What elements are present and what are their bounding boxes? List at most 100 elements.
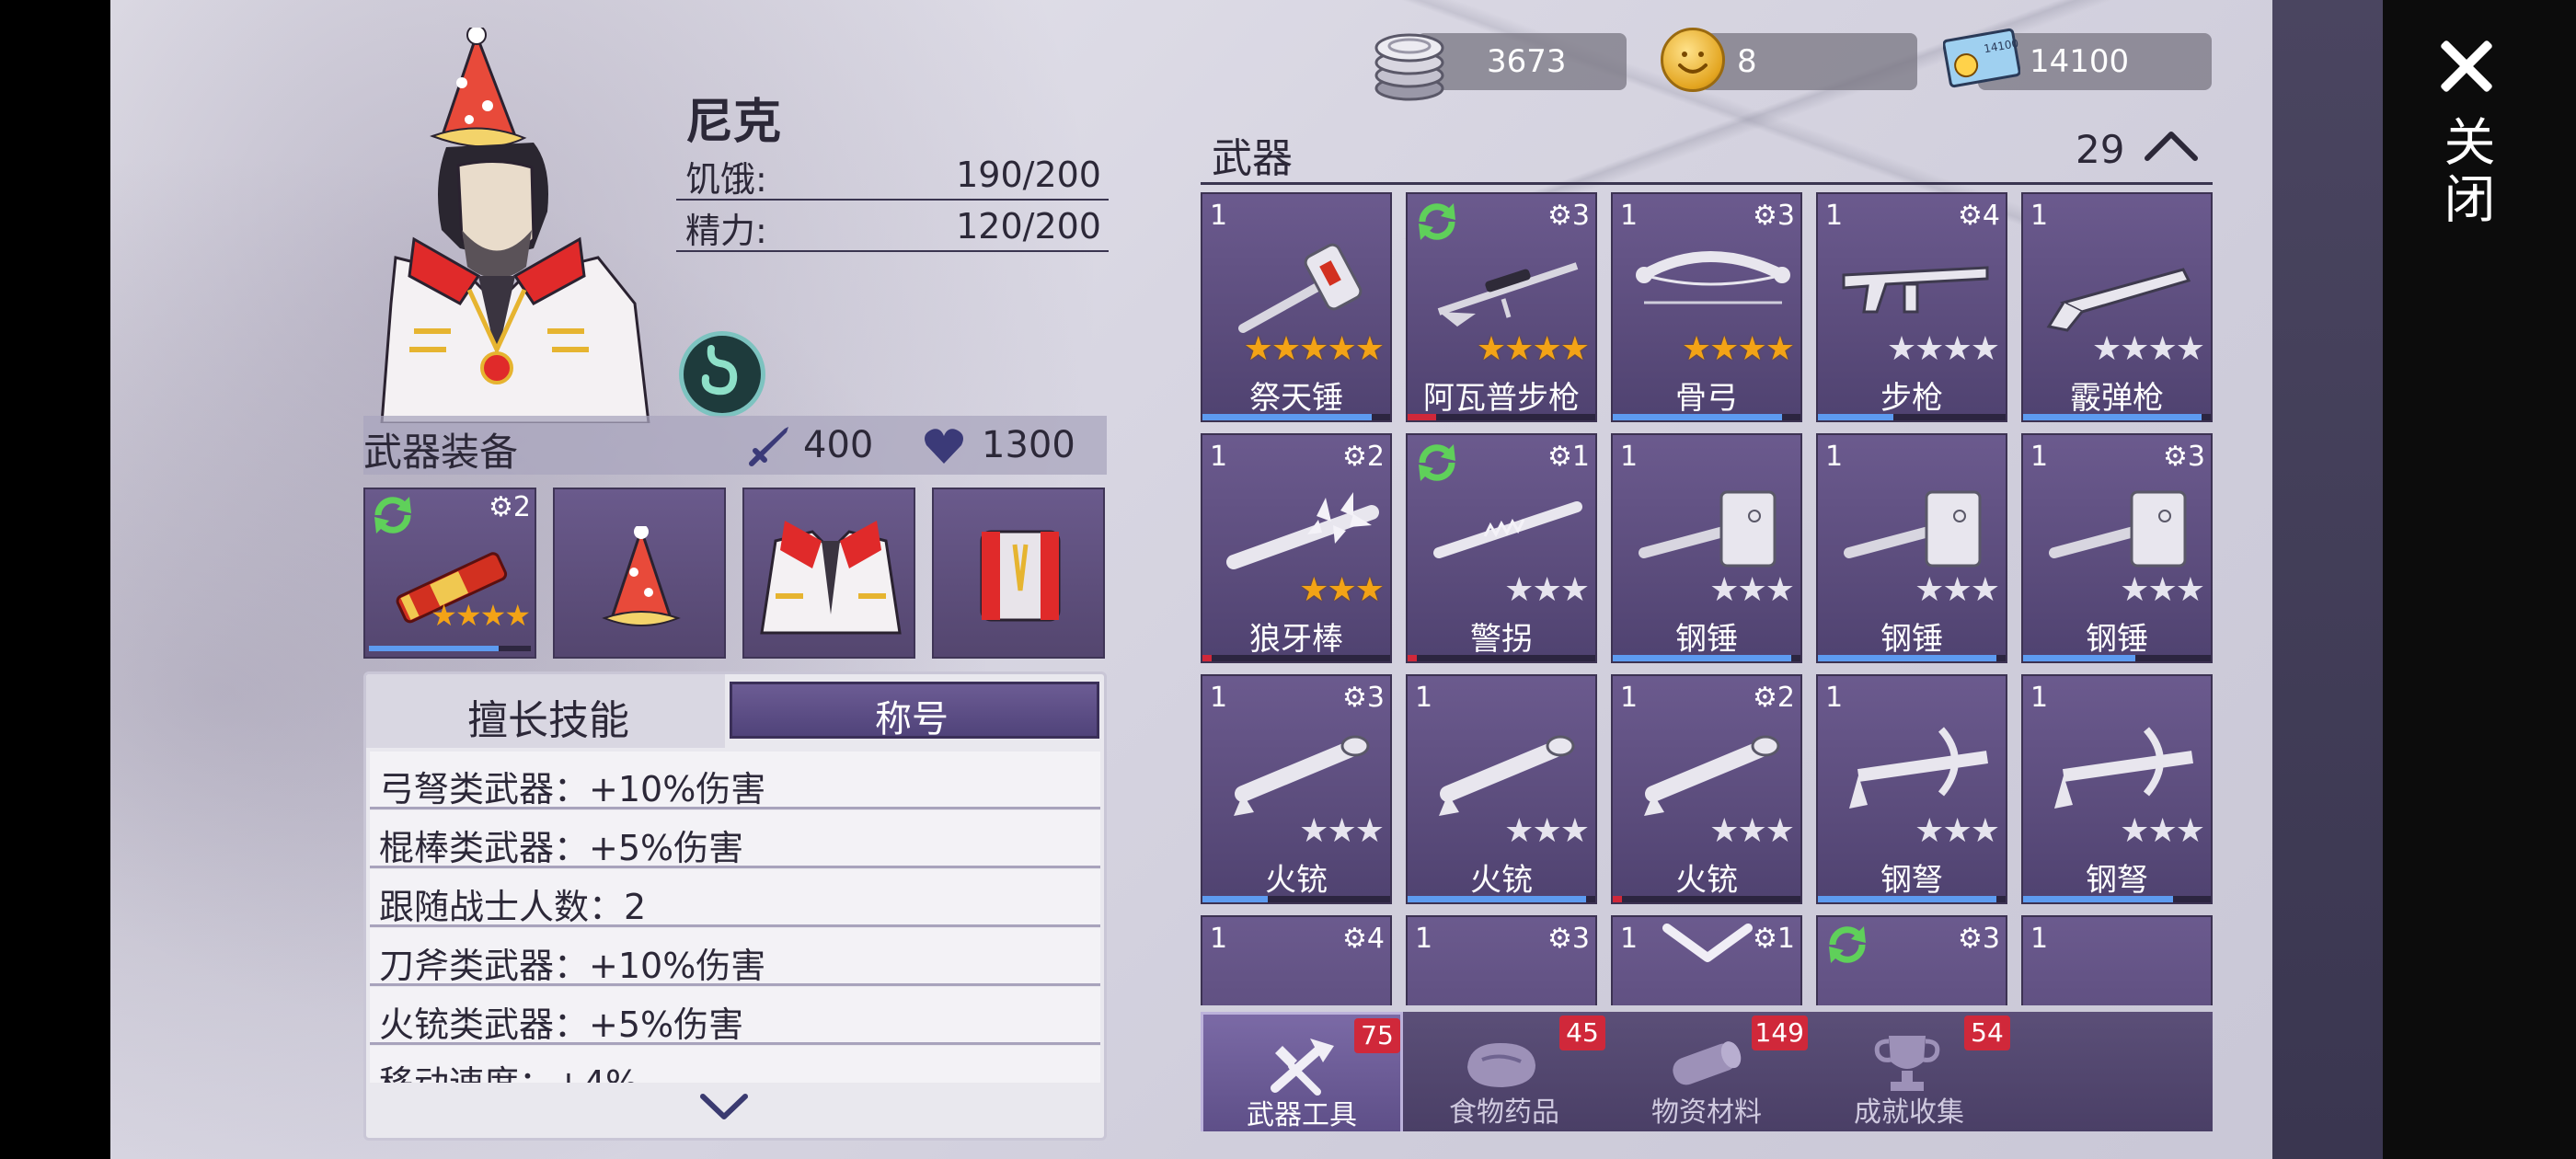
weapon-level: 1 bbox=[1825, 441, 1844, 473]
weapons-grid: 1 ★★★★★ 祭天锤 ⚙3 ★★★★ 阿瓦普步枪 1 ⚙3 ★★★★ 骨弓 1 ⚙4 ★★★★ 步枪 1 ★… bbox=[1196, 189, 2217, 1005]
weapon-card[interactable]: 1 ★★★ 钢弩 bbox=[1816, 674, 2007, 904]
trophy-icon bbox=[1874, 1036, 1940, 1091]
weapon-stars: ★★★★ bbox=[2091, 330, 2205, 368]
weapon-stars: ★★★★★ bbox=[1243, 330, 1385, 368]
equip-slot-pants[interactable] bbox=[932, 488, 1105, 659]
ticket-icon: 14100 bbox=[1943, 28, 2020, 88]
weapon-level: 1 bbox=[1210, 441, 1228, 473]
silver-value: 3673 bbox=[1487, 43, 1567, 80]
durability-bar bbox=[2023, 655, 2211, 661]
upgrade-indicator: ⚙2 bbox=[489, 491, 531, 523]
durability-bar bbox=[1818, 414, 2006, 420]
close-icon[interactable] bbox=[2436, 37, 2495, 96]
upgrade-indicator: ⚙3 bbox=[1753, 200, 1795, 232]
weapon-card[interactable]: 1 ★★★ 钢弩 bbox=[2021, 674, 2213, 904]
weapon-card[interactable]: 1 ⚙3 ★★★★ 骨弓 bbox=[1611, 192, 1802, 422]
weapon-card[interactable]: 1 ★★★ 火铳 bbox=[1406, 674, 1597, 904]
category-achievements[interactable]: 成就收集 54 bbox=[1808, 1012, 2010, 1131]
energy-value: 120/200 bbox=[956, 206, 1101, 247]
wood-log-icon bbox=[1673, 1041, 1742, 1085]
weapon-name: 钢锤 bbox=[1880, 621, 1943, 658]
steel-hammer-icon bbox=[1844, 490, 1982, 568]
weapon-card[interactable]: ⚙3 bbox=[1816, 915, 2007, 1005]
durability-bar bbox=[2023, 896, 2211, 902]
hunger-label: 饥饿: bbox=[685, 159, 767, 200]
upgrade-indicator: ⚙3 bbox=[1342, 682, 1385, 714]
category-food-medicine[interactable]: 食物药品 45 bbox=[1403, 1012, 1605, 1131]
weapon-card[interactable]: 1 bbox=[2021, 915, 2213, 1005]
tab-titles[interactable]: 称号 bbox=[730, 682, 1099, 740]
category-count-badge: 75 bbox=[1354, 1018, 1400, 1053]
equip-slot-jacket[interactable] bbox=[742, 488, 915, 659]
weapon-card[interactable]: 1 ⚙4 bbox=[1201, 915, 1392, 1005]
weapon-level: 1 bbox=[1415, 682, 1433, 714]
weapon-stars: ★★★ bbox=[2120, 571, 2205, 609]
weapons-header: 武器 29 bbox=[1201, 127, 2213, 185]
weapon-name: 钢锤 bbox=[2086, 621, 2148, 658]
scroll-down-icon[interactable] bbox=[1662, 923, 1754, 963]
durability-bar bbox=[369, 646, 531, 651]
upgrade-indicator: ⚙4 bbox=[1958, 200, 2000, 232]
weapon-name: 步枪 bbox=[1880, 380, 1943, 417]
gold-currency: 8 bbox=[1700, 33, 1917, 90]
party-hat-icon bbox=[602, 526, 681, 626]
weapon-level: 1 bbox=[2030, 682, 2049, 714]
gold-coin-icon bbox=[1661, 28, 1725, 92]
weapon-level: 1 bbox=[2030, 923, 2049, 955]
durability-bar bbox=[1613, 896, 1800, 902]
stomach-icon[interactable] bbox=[679, 331, 765, 418]
sword-icon bbox=[749, 427, 788, 466]
blunderbuss-icon bbox=[1644, 735, 1780, 816]
weapon-stars: ★★★ bbox=[2120, 812, 2205, 850]
weapon-level: 1 bbox=[1210, 200, 1228, 232]
category-count-badge: 54 bbox=[1964, 1016, 2010, 1050]
weapon-stars: ★★★ bbox=[1709, 812, 1795, 850]
tab-skills[interactable]: 擅长技能 bbox=[366, 674, 725, 748]
weapon-card[interactable]: 1 ⚙3 ★★★ 火铳 bbox=[1201, 674, 1392, 904]
category-materials[interactable]: 物资材料 149 bbox=[1605, 1012, 1808, 1131]
category-weapons-tools[interactable]: 武器工具 75 bbox=[1201, 1012, 1403, 1131]
weapon-stars: ★★★ bbox=[1915, 571, 2000, 609]
weapon-level: 1 bbox=[1825, 200, 1844, 232]
upgrade-indicator: ⚙1 bbox=[1753, 923, 1795, 955]
equip-slot-hat[interactable] bbox=[553, 488, 726, 659]
upgrade-indicator: ⚙2 bbox=[1342, 441, 1385, 473]
weapon-card[interactable]: 1 ⚙3 bbox=[1406, 915, 1597, 1005]
weapon-card[interactable]: 1 ⚙2 ★★★ 火铳 bbox=[1611, 674, 1802, 904]
refresh-icon bbox=[1829, 926, 1866, 963]
weapon-name: 钢弩 bbox=[2086, 862, 2148, 899]
crossbow-icon bbox=[1849, 727, 1988, 809]
weapon-card[interactable]: 1 ★★★★ 霰弹枪 bbox=[2021, 192, 2213, 422]
weapon-stars: ★★★ bbox=[1299, 571, 1385, 609]
weapon-card[interactable]: ⚙1 ★★★ 警拐 bbox=[1406, 433, 1597, 663]
weapons-title: 武器 bbox=[1212, 135, 1293, 182]
durability-bar bbox=[1818, 655, 2006, 661]
chevron-down-icon[interactable] bbox=[699, 1093, 749, 1120]
weapon-level: 1 bbox=[1620, 200, 1639, 232]
durability-bar bbox=[2023, 414, 2211, 420]
durability-bar bbox=[1202, 896, 1390, 902]
weapon-stars: ★★★★ bbox=[1886, 330, 2000, 368]
shotgun-icon bbox=[2046, 268, 2191, 332]
weapon-card[interactable]: 1 ★★★ 钢锤 bbox=[1816, 433, 2007, 663]
weapon-card[interactable]: 1 ★★★★★ 祭天锤 bbox=[1201, 192, 1392, 422]
category-bar: 武器工具 75 食物药品 45 物资材料 149 成就收集 54 bbox=[1201, 1012, 2213, 1131]
durability-bar bbox=[1818, 896, 2006, 902]
rifle-icon bbox=[1842, 266, 1989, 314]
skill-row: 跟随战士人数：2 bbox=[370, 869, 1100, 927]
tab-skills-label: 擅长技能 bbox=[467, 697, 629, 744]
weapon-card[interactable]: 1 ⚙4 ★★★★ 步枪 bbox=[1816, 192, 2007, 422]
close-panel[interactable] bbox=[2272, 0, 2383, 1159]
weapon-card[interactable]: 1 ⚙3 ★★★ 钢锤 bbox=[2021, 433, 2213, 663]
weapon-card[interactable]: 1 ★★★ 钢锤 bbox=[1611, 433, 1802, 663]
weapon-card[interactable]: ⚙3 ★★★★ 阿瓦普步枪 bbox=[1406, 192, 1597, 422]
equip-slot-weapon[interactable]: ⚙2 ★★★★ bbox=[363, 488, 536, 659]
chevron-up-icon[interactable] bbox=[2144, 129, 2199, 162]
close-label[interactable]: 关闭 bbox=[2429, 115, 2502, 229]
skill-text: 火铳类武器：+5%伤害 bbox=[379, 1004, 744, 1045]
silver-currency: 3673 bbox=[1417, 33, 1627, 90]
skill-row: 棍棒类武器：+5%伤害 bbox=[370, 810, 1100, 868]
weapon-name: 警拐 bbox=[1470, 621, 1533, 658]
weapon-card[interactable]: 1 ⚙2 ★★★ 狼牙棒 bbox=[1201, 433, 1392, 663]
skill-text: 跟随战士人数：2 bbox=[379, 887, 647, 927]
